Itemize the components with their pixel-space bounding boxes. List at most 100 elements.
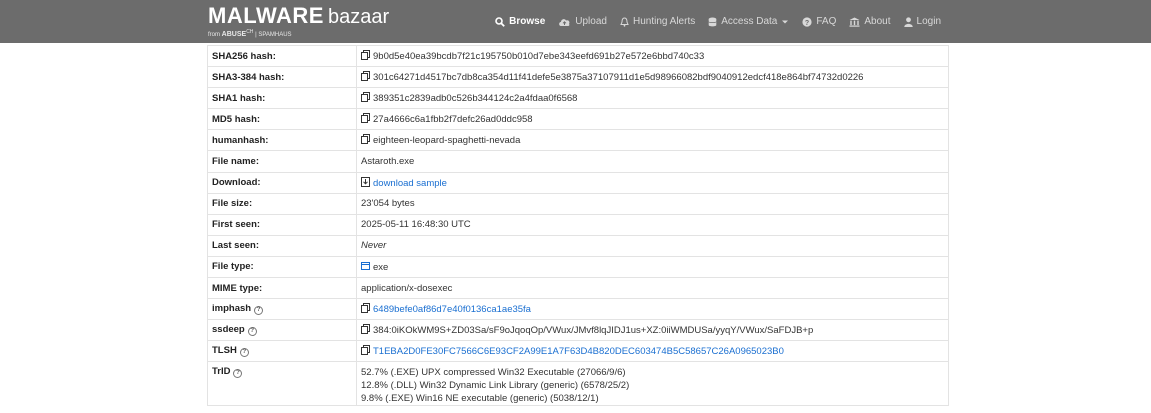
- nav-label: Login: [916, 16, 941, 27]
- file-name-value: Astaroth.exe: [356, 150, 949, 173]
- caret-down-icon: [782, 20, 789, 23]
- last-seen-value: Never: [356, 234, 949, 257]
- nav-upload[interactable]: Upload: [558, 16, 607, 27]
- trid-line: 52.7% (.EXE) UPX compressed Win32 Execut…: [361, 367, 626, 379]
- table-row: Download: download sample: [207, 171, 949, 194]
- bell-icon: [620, 16, 629, 27]
- field-key: File type:: [207, 255, 357, 279]
- ssdeep-label: ssdeep: [212, 324, 245, 336]
- field-value: 301c64271d4517bc7db8ca354d11f41defe5e387…: [356, 66, 949, 89]
- nav-label: Upload: [575, 16, 607, 27]
- help-icon[interactable]: ?: [247, 327, 257, 337]
- brand-subtitle-org: ABUSE: [221, 31, 247, 38]
- table-row: File name: Astaroth.exe: [207, 150, 949, 173]
- bank-icon: [849, 17, 860, 27]
- field-key: TLSH?: [207, 340, 357, 363]
- field-key: SHA3-384 hash:: [207, 66, 357, 89]
- nav-access-data[interactable]: Access Data: [708, 16, 789, 27]
- user-icon: [903, 16, 913, 27]
- copy-icon[interactable]: [361, 92, 370, 103]
- tlsh-link[interactable]: T1EBA2D0FE30FC7566C6E93CF2A99E1A7F63D4B8…: [373, 346, 784, 357]
- field-value: 27a4666c6a1fbb2f7defc26ad0ddc958: [356, 108, 949, 131]
- humanhash-value: eighteen-leopard-spaghetti-nevada: [373, 135, 521, 147]
- table-row: imphash? 6489befe0af86d7e40f0136ca1ae35f…: [207, 298, 949, 321]
- field-key: File size:: [207, 192, 357, 215]
- field-key: SHA256 hash:: [207, 44, 357, 68]
- nav-login[interactable]: Login: [903, 16, 941, 27]
- navbar: MALWARE bazaar from ABUSECH | SPAMHAUS Br…: [0, 0, 1151, 43]
- field-key: MIME type:: [207, 277, 357, 300]
- database-icon: [708, 17, 717, 26]
- trid-line: 12.8% (.DLL) Win32 Dynamic Link Library …: [361, 380, 630, 392]
- table-row: TrID? 52.7% (.EXE) UPX compressed Win32 …: [207, 361, 949, 407]
- field-key: TrID?: [207, 361, 357, 407]
- table-row: MIME type: application/x-dosexec: [207, 277, 949, 300]
- copy-icon[interactable]: [361, 50, 370, 61]
- nav-label: Access Data: [721, 16, 778, 27]
- brand-subtitle-partner: SPAMHAUS: [258, 32, 292, 38]
- first-seen-value: 2025-05-11 16:48:30 UTC: [356, 213, 949, 236]
- copy-icon[interactable]: [361, 345, 370, 356]
- field-value: download sample: [356, 171, 949, 194]
- nav-label: About: [864, 16, 891, 27]
- details-table: SHA256 hash: 9b0d5e40ea39bcdb7f21c195750…: [207, 44, 949, 407]
- nav-faq[interactable]: ? FAQ: [802, 16, 836, 27]
- nav-label: Browse: [509, 16, 546, 27]
- trid-value: 52.7% (.EXE) UPX compressed Win32 Execut…: [356, 361, 949, 407]
- ssdeep-value: 384:0iKOkWM9S+ZD03Sa/sF9oJqoqOp/VWux/JMv…: [373, 325, 814, 337]
- svg-text:?: ?: [805, 20, 809, 27]
- table-row: TLSH? T1EBA2D0FE30FC7566C6E93CF2A99E1A7F…: [207, 340, 949, 363]
- field-key: File name:: [207, 150, 357, 173]
- field-key: First seen:: [207, 213, 357, 236]
- nav-hunting-alerts[interactable]: Hunting Alerts: [620, 16, 695, 27]
- copy-icon[interactable]: [361, 113, 370, 124]
- nav-browse[interactable]: Browse: [495, 16, 545, 27]
- brand-subtitle-prefix: from: [208, 32, 220, 38]
- nav-label: Hunting Alerts: [632, 16, 696, 27]
- question-icon: ?: [802, 16, 812, 27]
- imphash-label: imphash: [212, 303, 252, 315]
- copy-icon[interactable]: [361, 324, 370, 335]
- download-sample-link[interactable]: download sample: [373, 178, 447, 189]
- help-icon[interactable]: ?: [254, 306, 264, 316]
- field-key: Last seen:: [207, 234, 357, 257]
- table-row: File type: exe: [207, 255, 949, 279]
- field-value: 9b0d5e40ea39bcdb7f21c195750b010d7ebe343e…: [356, 44, 949, 68]
- search-icon: [495, 16, 505, 27]
- field-value: eighteen-leopard-spaghetti-nevada: [356, 129, 949, 152]
- field-value: 384:0iKOkWM9S+ZD03Sa/sF9oJqoqOp/VWux/JMv…: [356, 319, 949, 342]
- sha3-384-value: 301c64271d4517bc7db8ca354d11f41defe5e387…: [373, 72, 864, 84]
- copy-icon[interactable]: [361, 303, 370, 314]
- field-key: MD5 hash:: [207, 108, 357, 131]
- copy-icon[interactable]: [361, 71, 370, 82]
- main-nav: Browse Upload Hunting Alerts Access Data…: [482, 0, 941, 43]
- brand-logo[interactable]: MALWARE bazaar from ABUSECH | SPAMHAUS: [208, 3, 390, 38]
- help-icon[interactable]: ?: [233, 369, 243, 379]
- brand-subtitle: from ABUSECH | SPAMHAUS: [208, 29, 292, 38]
- nav-label: FAQ: [816, 16, 837, 27]
- trid-line: 9.8% (.EXE) Win16 NE executable (generic…: [361, 393, 599, 405]
- file-type-value: exe: [373, 261, 389, 273]
- nav-about[interactable]: About: [849, 16, 891, 27]
- table-row: Last seen: Never: [207, 234, 949, 257]
- field-key: SHA1 hash:: [207, 87, 357, 110]
- field-key: Download:: [207, 171, 357, 194]
- table-row: SHA1 hash: 389351c2839adb0c526b344124c2a…: [207, 87, 949, 110]
- table-row: humanhash: eighteen-leopard-spaghetti-ne…: [207, 129, 949, 152]
- download-icon[interactable]: [361, 176, 370, 187]
- cloud-upload-icon: [559, 18, 570, 26]
- trid-label: TrID: [212, 366, 231, 378]
- window-icon: [361, 261, 370, 270]
- field-value: exe: [356, 255, 949, 279]
- field-key: imphash?: [207, 298, 357, 321]
- md5-value: 27a4666c6a1fbb2f7defc26ad0ddc958: [373, 114, 533, 126]
- imphash-link[interactable]: 6489befe0af86d7e40f0136ca1ae35fa: [373, 304, 531, 315]
- brand-suffix: bazaar: [327, 6, 390, 28]
- sha256-value: 9b0d5e40ea39bcdb7f21c195750b010d7ebe343e…: [373, 51, 705, 63]
- table-row: First seen: 2025-05-11 16:48:30 UTC: [207, 213, 949, 236]
- field-value: 389351c2839adb0c526b344124c2a4fdaa0f6568: [356, 87, 949, 110]
- help-icon[interactable]: ?: [239, 348, 249, 358]
- copy-icon[interactable]: [361, 134, 370, 145]
- file-size-value: 23'054 bytes: [356, 192, 949, 215]
- table-row: SHA256 hash: 9b0d5e40ea39bcdb7f21c195750…: [207, 44, 949, 68]
